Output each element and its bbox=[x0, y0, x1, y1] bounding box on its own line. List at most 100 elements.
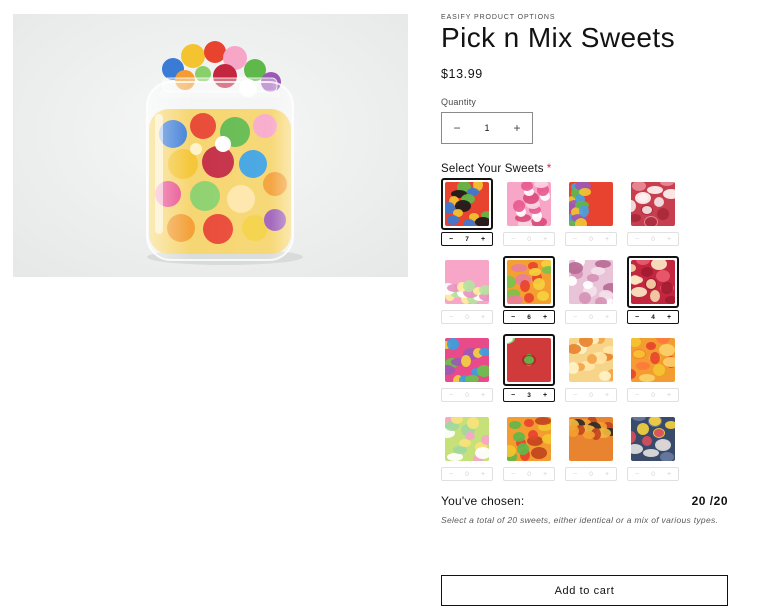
candy-jar-illustration bbox=[13, 14, 408, 277]
plus-icon[interactable]: + bbox=[601, 236, 613, 243]
sweet-option: − 7 + bbox=[441, 178, 493, 246]
select-sweets-label: Select Your Sweets * bbox=[441, 163, 551, 175]
sweet-quantity-stepper: − 0 + bbox=[441, 388, 493, 402]
minus-icon[interactable]: − bbox=[569, 236, 581, 243]
plus-icon[interactable]: + bbox=[663, 471, 675, 478]
minus-icon[interactable]: − bbox=[631, 471, 643, 478]
plus-icon[interactable]: + bbox=[663, 392, 675, 399]
sweet-count: 0 bbox=[651, 470, 655, 478]
sweet-quantity-stepper: − 0 + bbox=[627, 232, 679, 246]
minus-icon[interactable]: − bbox=[445, 314, 457, 321]
chosen-count: 20 /20 bbox=[691, 494, 728, 508]
sweet-swatch[interactable] bbox=[441, 413, 493, 465]
sweet-option: − 0 + bbox=[441, 334, 493, 402]
sweet-swatch[interactable] bbox=[503, 256, 555, 308]
plus-icon[interactable]: + bbox=[601, 314, 613, 321]
sweet-image bbox=[507, 182, 551, 226]
chosen-summary: You've chosen: 20 /20 bbox=[441, 494, 728, 508]
sweet-quantity-stepper: − 4 + bbox=[627, 310, 679, 324]
sweet-quantity-stepper: − 0 + bbox=[441, 467, 493, 481]
plus-icon[interactable]: + bbox=[601, 471, 613, 478]
plus-icon[interactable]: + bbox=[477, 236, 489, 243]
sweet-swatch[interactable] bbox=[627, 256, 679, 308]
plus-icon[interactable]: + bbox=[477, 471, 489, 478]
minus-icon[interactable]: − bbox=[631, 392, 643, 399]
sweet-option: − 0 + bbox=[627, 334, 679, 402]
sweet-swatch[interactable] bbox=[565, 413, 617, 465]
sweet-swatch[interactable] bbox=[441, 256, 493, 308]
sweet-quantity-stepper: − 0 + bbox=[565, 388, 617, 402]
quantity-input[interactable]: 1 bbox=[472, 123, 502, 133]
minus-icon[interactable]: − bbox=[631, 236, 643, 243]
sweet-count: 0 bbox=[465, 391, 469, 399]
sweet-swatch[interactable] bbox=[627, 334, 679, 386]
sweet-image bbox=[507, 260, 551, 304]
plus-icon[interactable]: + bbox=[539, 236, 551, 243]
sweet-quantity-stepper: − 0 + bbox=[627, 388, 679, 402]
product-vendor: EASIFY PRODUCT OPTIONS bbox=[441, 14, 556, 21]
sweet-quantity-stepper: − 0 + bbox=[565, 232, 617, 246]
plus-icon[interactable]: + bbox=[539, 314, 551, 321]
sweet-swatch[interactable] bbox=[441, 334, 493, 386]
sweet-count: 7 bbox=[465, 235, 469, 243]
chosen-label: You've chosen: bbox=[441, 494, 525, 508]
plus-icon[interactable]: + bbox=[539, 471, 551, 478]
sweet-count: 0 bbox=[651, 391, 655, 399]
sweet-quantity-stepper: − 0 + bbox=[441, 310, 493, 324]
sweet-swatch[interactable] bbox=[627, 413, 679, 465]
sweet-swatch[interactable] bbox=[627, 178, 679, 230]
quantity-label: Quantity bbox=[441, 97, 477, 107]
product-image bbox=[13, 14, 408, 277]
minus-icon[interactable]: − bbox=[569, 471, 581, 478]
product-price: $13.99 bbox=[441, 67, 483, 81]
plus-icon[interactable]: + bbox=[663, 314, 675, 321]
sweet-swatch[interactable] bbox=[441, 178, 493, 230]
sweet-image bbox=[507, 417, 551, 461]
minus-icon[interactable]: − bbox=[569, 392, 581, 399]
minus-icon[interactable]: − bbox=[507, 314, 519, 321]
minus-icon[interactable]: − bbox=[507, 392, 519, 399]
sweet-quantity-stepper: − 0 + bbox=[503, 467, 555, 481]
sweet-quantity-stepper: − 3 + bbox=[503, 388, 555, 402]
sweet-swatch[interactable] bbox=[565, 256, 617, 308]
sweet-count: 3 bbox=[527, 391, 531, 399]
sweet-swatch[interactable] bbox=[503, 334, 555, 386]
sweet-count: 0 bbox=[651, 235, 655, 243]
required-marker: * bbox=[546, 163, 552, 175]
sweet-image bbox=[445, 182, 489, 226]
minus-icon[interactable]: − bbox=[445, 236, 457, 243]
sweet-option: − 0 + bbox=[627, 178, 679, 246]
product-title: Pick n Mix Sweets bbox=[441, 22, 675, 53]
quantity-increase-button[interactable]: + bbox=[502, 113, 532, 143]
sweet-option: − 0 + bbox=[627, 413, 679, 481]
minus-icon[interactable]: − bbox=[507, 236, 519, 243]
sweet-swatch[interactable] bbox=[565, 178, 617, 230]
add-to-cart-button[interactable]: Add to cart bbox=[441, 575, 728, 606]
sweet-swatch[interactable] bbox=[503, 178, 555, 230]
sweet-quantity-stepper: − 7 + bbox=[441, 232, 493, 246]
minus-icon[interactable]: − bbox=[445, 392, 457, 399]
minus-icon[interactable]: − bbox=[631, 314, 643, 321]
sweet-image bbox=[445, 417, 489, 461]
select-sweets-text: Select Your Sweets bbox=[441, 163, 544, 175]
plus-icon[interactable]: + bbox=[477, 392, 489, 399]
minus-icon[interactable]: − bbox=[569, 314, 581, 321]
sweet-image bbox=[631, 182, 675, 226]
plus-icon[interactable]: + bbox=[477, 314, 489, 321]
plus-icon[interactable]: + bbox=[663, 236, 675, 243]
sweet-count: 0 bbox=[465, 313, 469, 321]
sweet-image bbox=[569, 260, 613, 304]
plus-icon[interactable]: + bbox=[601, 392, 613, 399]
sweet-swatch[interactable] bbox=[503, 413, 555, 465]
sweet-swatch[interactable] bbox=[565, 334, 617, 386]
minus-icon[interactable]: − bbox=[445, 471, 457, 478]
plus-icon[interactable]: + bbox=[539, 392, 551, 399]
quantity-decrease-button[interactable]: − bbox=[442, 113, 472, 143]
sweet-quantity-stepper: − 0 + bbox=[627, 467, 679, 481]
sweet-option: − 0 + bbox=[565, 256, 617, 324]
sweet-option: − 6 + bbox=[503, 256, 555, 324]
sweet-option: − 4 + bbox=[627, 256, 679, 324]
minus-icon[interactable]: − bbox=[507, 471, 519, 478]
sweet-count: 0 bbox=[589, 470, 593, 478]
sweet-count: 0 bbox=[465, 470, 469, 478]
